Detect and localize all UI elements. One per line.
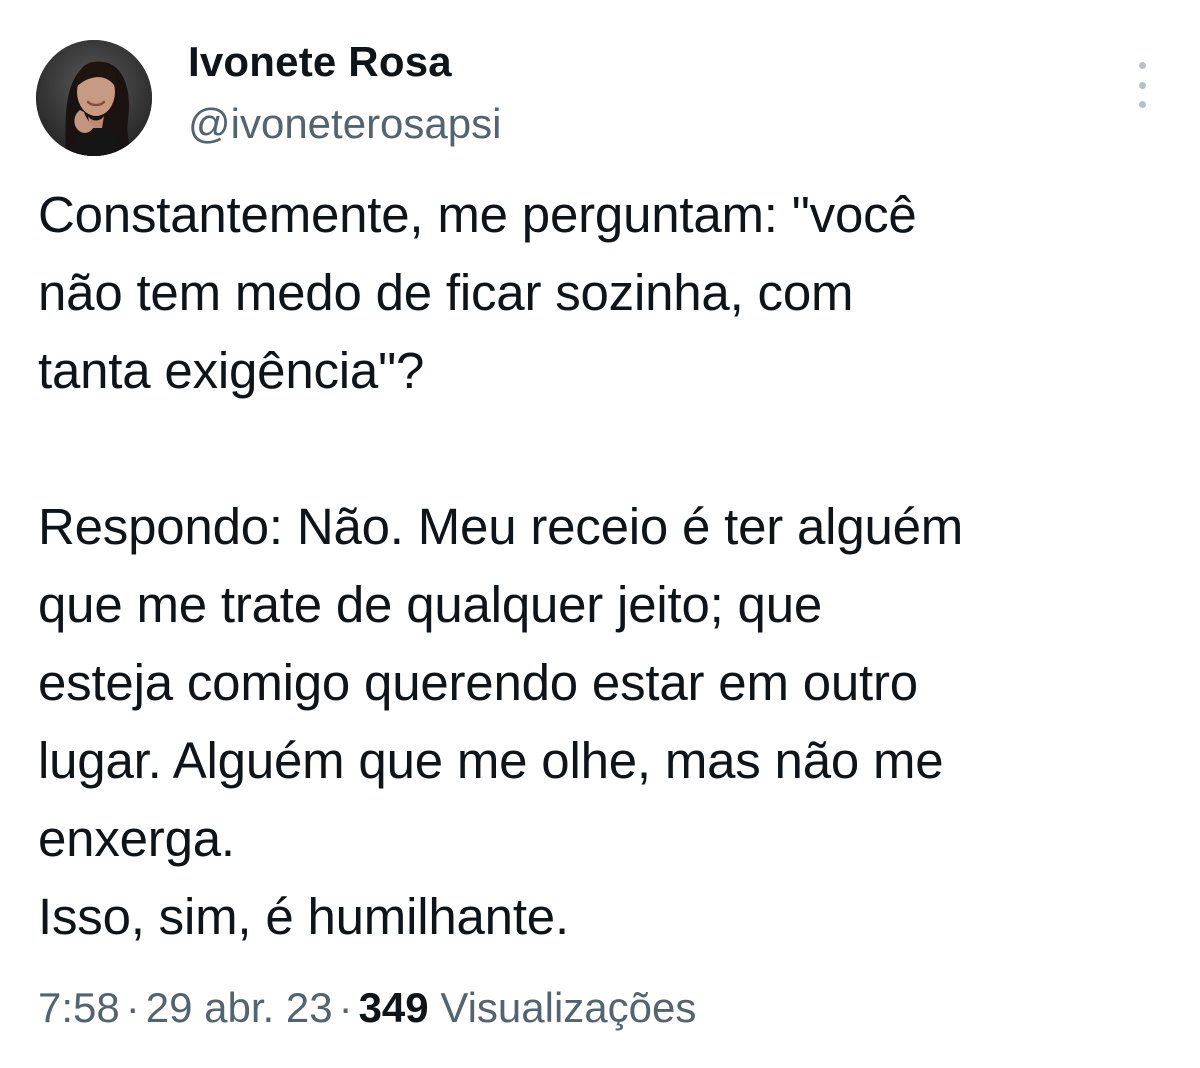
separator: ·	[125, 984, 140, 1031]
more-dot	[1138, 81, 1146, 89]
profile-photo-icon	[36, 40, 152, 156]
views-count[interactable]: 349	[359, 984, 429, 1031]
views-label[interactable]: Visualizações	[440, 984, 696, 1031]
more-dot	[1138, 62, 1146, 69]
author-display-name[interactable]: Ivonete Rosa	[188, 36, 452, 88]
author-avatar[interactable]	[36, 40, 152, 156]
tweet-paragraph-1: Constantemente, me perguntam: "você não …	[38, 186, 917, 399]
separator: ·	[338, 984, 353, 1031]
more-vertical-icon[interactable]	[1128, 62, 1156, 108]
tweet-time[interactable]: 7:58	[38, 984, 120, 1031]
more-dot	[1138, 101, 1146, 108]
tweet-metadata: 7:58 · 29 abr. 23 · 349 Visualizações	[38, 980, 696, 1036]
tweet-date[interactable]: 29 abr. 23	[146, 984, 333, 1031]
author-handle[interactable]: @ivoneterosapsi	[188, 98, 501, 150]
tweet-paragraph-2: Respondo: Não. Meu receio é ter alguém q…	[38, 498, 964, 945]
tweet-text: Constantemente, me perguntam: "você não …	[38, 176, 1178, 956]
tweet-card: Ivonete Rosa @ivoneterosapsi Constanteme…	[0, 0, 1200, 1068]
